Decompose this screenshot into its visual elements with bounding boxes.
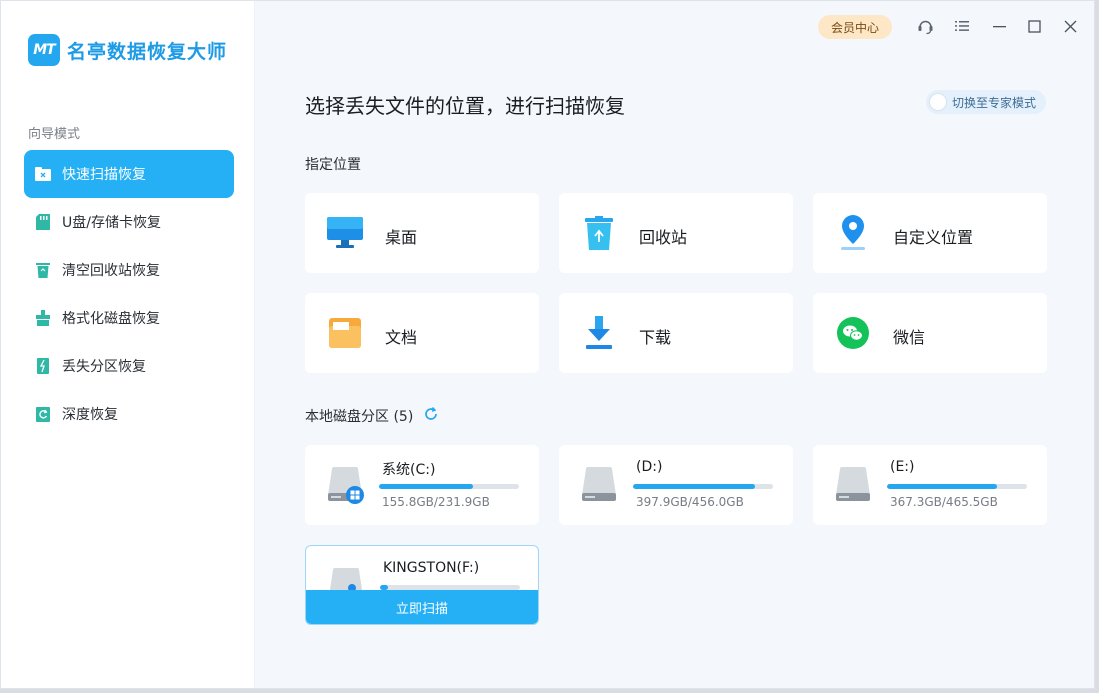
sidebar-item-recycle-bin[interactable]: 清空回收站恢复 xyxy=(24,246,234,294)
location-label: 微信 xyxy=(893,328,926,347)
app-logo: MT 名亭数据恢复大师 xyxy=(28,34,227,66)
disk-card-e[interactable]: (E:) 367.3GB/465.5GB xyxy=(813,445,1047,525)
minimize-icon[interactable] xyxy=(990,17,1008,35)
location-card-desktop[interactable]: 桌面 xyxy=(305,193,539,273)
folder-scan-icon xyxy=(35,166,51,182)
recycle-bin-icon xyxy=(35,262,51,278)
expert-mode-toggle[interactable]: 切换至专家模式 xyxy=(926,90,1046,114)
sidebar-item-usb-sd[interactable]: U盘/存储卡恢复 xyxy=(24,198,234,246)
deep-scan-icon xyxy=(35,406,51,422)
sidebar-item-lost-partition[interactable]: 丢失分区恢复 xyxy=(24,342,234,390)
desktop-monitor-icon xyxy=(327,215,363,251)
page-title: 选择丢失文件的位置，进行扫描恢复 xyxy=(305,94,625,118)
section-label-wizard: 向导模式 xyxy=(28,127,81,142)
disk-name: (E:) xyxy=(890,459,915,475)
disk-card-f[interactable]: KINGSTON(F:) 立即扫描 xyxy=(305,545,539,625)
menu-icon[interactable] xyxy=(953,17,971,35)
sidebar-item-label: 清空回收站恢复 xyxy=(62,263,160,279)
support-headset-icon[interactable] xyxy=(916,17,934,35)
maximize-icon[interactable] xyxy=(1025,17,1043,35)
lost-partition-icon xyxy=(35,358,51,374)
wechat-icon xyxy=(835,315,871,351)
sidebar-item-deep-recovery[interactable]: 深度恢复 xyxy=(24,390,234,438)
location-card-downloads[interactable]: 下载 xyxy=(559,293,793,373)
sidebar-item-format-disk[interactable]: 格式化磁盘恢复 xyxy=(24,294,234,342)
app-title: 名亭数据恢复大师 xyxy=(67,40,228,63)
location-card-wechat[interactable]: 微信 xyxy=(813,293,1047,373)
disk-usage-bar xyxy=(379,484,519,489)
disks-section-label: 本地磁盘分区 (5) xyxy=(305,409,414,425)
app-window: MT 名亭数据恢复大师 向导模式 快速扫描恢复 U盘/存储卡恢复 清空回收站恢复… xyxy=(0,0,1095,689)
sidebar-item-quick-scan[interactable]: 快速扫描恢复 xyxy=(24,150,234,198)
location-card-documents[interactable]: 文档 xyxy=(305,293,539,373)
sidebar-nav: 快速扫描恢复 U盘/存储卡恢复 清空回收站恢复 格式化磁盘恢复 丢失分区恢复 深… xyxy=(24,150,234,438)
document-folder-icon xyxy=(327,315,363,351)
sidebar: MT 名亭数据恢复大师 向导模式 快速扫描恢复 U盘/存储卡恢复 清空回收站恢复… xyxy=(1,1,255,688)
location-label: 自定义位置 xyxy=(893,228,974,247)
download-arrow-icon xyxy=(581,315,617,351)
refresh-icon[interactable] xyxy=(422,405,440,423)
disk-size: 367.3GB/465.5GB xyxy=(890,495,998,509)
sidebar-item-label: U盘/存储卡恢复 xyxy=(62,215,161,231)
expert-mode-label: 切换至专家模式 xyxy=(952,95,1037,110)
sidebar-item-label: 快速扫描恢复 xyxy=(62,167,146,183)
toggle-knob xyxy=(930,94,946,110)
format-disk-icon xyxy=(35,310,51,326)
location-label: 桌面 xyxy=(385,228,418,247)
sidebar-item-label: 深度恢复 xyxy=(62,407,118,423)
location-label: 下载 xyxy=(639,328,672,347)
disk-size: 155.8GB/231.9GB xyxy=(382,495,490,509)
hard-drive-icon xyxy=(834,465,872,505)
disk-name: KINGSTON(F:) xyxy=(383,560,480,576)
disk-name: 系统(C:) xyxy=(382,462,436,478)
disk-card-d[interactable]: (D:) 397.9GB/456.0GB xyxy=(559,445,793,525)
disk-name: (D:) xyxy=(636,459,663,475)
disk-size: 397.9GB/456.0GB xyxy=(636,495,744,509)
sidebar-item-label: 格式化磁盘恢复 xyxy=(62,311,160,327)
disk-usage-bar xyxy=(633,484,773,489)
locations-section-label: 指定位置 xyxy=(305,157,361,173)
vip-center-button[interactable]: 会员中心 xyxy=(818,15,892,39)
disk-usage-bar xyxy=(887,484,1027,489)
sidebar-item-label: 丢失分区恢复 xyxy=(62,359,146,375)
sd-card-icon xyxy=(35,214,51,230)
location-card-recycle-bin[interactable]: 回收站 xyxy=(559,193,793,273)
recycle-bin-icon xyxy=(581,215,617,251)
scan-now-button[interactable]: 立即扫描 xyxy=(306,590,538,624)
location-card-custom[interactable]: 自定义位置 xyxy=(813,193,1047,273)
location-label: 回收站 xyxy=(639,228,688,247)
location-label: 文档 xyxy=(385,328,418,347)
logo-mark-icon: MT xyxy=(28,34,60,66)
close-icon[interactable] xyxy=(1061,17,1079,35)
location-pin-icon xyxy=(835,215,871,251)
disk-card-c[interactable]: 系统(C:) 155.8GB/231.9GB xyxy=(305,445,539,525)
hard-drive-icon xyxy=(580,465,618,505)
hard-drive-icon xyxy=(326,465,364,505)
